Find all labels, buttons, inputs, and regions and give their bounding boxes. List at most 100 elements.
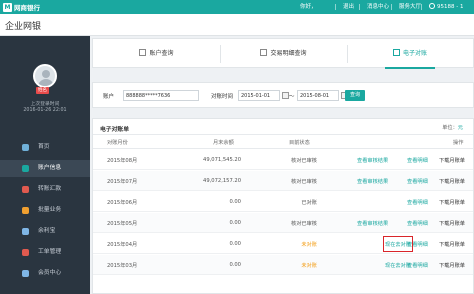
tab-account-query[interactable]: 账户查询 xyxy=(93,39,220,69)
download-statement-link[interactable]: 下载月账单 xyxy=(439,220,465,227)
bank-logo[interactable]: M 网商银行 xyxy=(3,2,40,12)
date-separator: ～ xyxy=(289,94,295,100)
balance-cell: 0.00 xyxy=(229,220,241,226)
monitor-icon xyxy=(392,49,400,56)
status-cell: 核对已审核 xyxy=(291,158,317,164)
wallet-icon xyxy=(22,228,29,235)
query-button[interactable]: 查询 xyxy=(345,90,366,101)
page-header: 企业网银 xyxy=(0,14,474,36)
ticket-icon xyxy=(22,249,29,256)
logo-icon: M xyxy=(3,2,12,12)
unit-value: 元 xyxy=(457,125,463,131)
month-cell: 2015年04月 xyxy=(107,242,138,248)
tab-transaction-query[interactable]: 交易明细查询 xyxy=(220,39,347,69)
user-name-badge: 姓名 xyxy=(36,87,49,94)
sidebar-item-label: 会员中心 xyxy=(38,270,62,276)
period-label: 对账时间 xyxy=(211,94,234,100)
view-details-link[interactable]: 查看明细 xyxy=(407,178,428,185)
sidebar-item-member[interactable]: 会员中心 xyxy=(0,265,90,282)
download-statement-link[interactable]: 下载月账单 xyxy=(439,241,465,248)
table-row: 2015年04月 0.00 未对账 现在去对账 查看明细 下载月账单 xyxy=(93,234,473,254)
statement-header: 电子对账单 单位：元 xyxy=(93,119,473,135)
sidebar-item-yulibao[interactable]: 余利宝 xyxy=(0,223,90,240)
sidebar-item-label: 批量业务 xyxy=(38,207,62,213)
balance-cell: 0.00 xyxy=(229,262,241,268)
sidebar-item-transfer[interactable]: 转账汇款 xyxy=(0,181,90,198)
view-details-link[interactable]: 查看明细 xyxy=(407,220,428,227)
logout-link[interactable]: 退出 xyxy=(334,0,354,14)
status-cell: 未对账 xyxy=(301,242,317,248)
highlight-box xyxy=(383,236,413,252)
greeting-text: 你好， xyxy=(300,4,317,10)
start-date-field[interactable] xyxy=(238,90,280,101)
download-statement-link[interactable]: 下载月账单 xyxy=(439,157,465,164)
sidebar-item-label: 工单管理 xyxy=(38,249,62,255)
sidebar-item-tickets[interactable]: 工单管理 xyxy=(0,244,90,261)
month-cell: 2015年05月 xyxy=(107,221,138,227)
statement-panel: 电子对账单 单位：元 对账月份 月末余额 目前状态 操作 2015年08月 49… xyxy=(92,118,474,294)
view-review-link[interactable]: 查看审核结果 xyxy=(357,220,388,227)
user-profile: 姓名 上次登录时间 2016-01-26 22:01 xyxy=(0,36,90,124)
account-icon xyxy=(22,165,29,172)
member-icon xyxy=(22,270,29,277)
status-cell: 核对已审核 xyxy=(291,221,317,227)
column-header-status: 目前状态 xyxy=(289,140,310,146)
hotline-number: 95188 - 1 xyxy=(437,4,464,10)
download-statement-link[interactable]: 下载月账单 xyxy=(439,178,465,185)
balance-cell: 49,071,545.20 xyxy=(203,157,241,163)
balance-cell: 0.00 xyxy=(229,241,241,247)
tab-label: 账户查询 xyxy=(149,50,174,57)
view-review-link[interactable]: 查看审核结果 xyxy=(357,178,388,185)
month-cell: 2015年03月 xyxy=(107,263,138,269)
calendar-icon[interactable] xyxy=(282,92,289,99)
download-statement-link[interactable]: 下载月账单 xyxy=(439,262,465,269)
hotline: 95188 - 1 xyxy=(420,0,464,14)
tab-bar: 账户查询 交易明细查询 电子对账 xyxy=(92,38,474,69)
balance-cell: 0.00 xyxy=(229,199,241,205)
view-review-link[interactable]: 查看审核结果 xyxy=(357,157,388,164)
column-header-balance: 月末余额 xyxy=(213,140,234,146)
sidebar-item-label: 转账汇款 xyxy=(38,186,62,192)
table-row: 2015年05月 0.00 核对已审核 查看审核结果 查看明细 下载月账单 xyxy=(93,213,473,233)
sidebar-item-label: 账户信息 xyxy=(38,165,62,171)
top-bar: M 网商银行 你好， 退出 消息中心 服务大厅 95188 - 1 xyxy=(0,0,474,14)
document-icon xyxy=(139,49,147,56)
account-field[interactable] xyxy=(123,90,199,101)
sidebar-item-account-info[interactable]: 账户信息 xyxy=(0,160,90,177)
account-label: 账户 xyxy=(103,94,115,100)
sidebar-item-label: 余利宝 xyxy=(38,228,56,234)
download-statement-link[interactable]: 下载月账单 xyxy=(439,199,465,206)
table-row: 2015年07月 49,072,157.20 核对已审核 查看审核结果 查看明细… xyxy=(93,171,473,191)
main-content: 账户查询 交易明细查询 电子对账 账户 对账时间 ～ 查询 电子对账单 单位：元… xyxy=(92,38,474,294)
sidebar-item-home[interactable]: 首页 xyxy=(0,139,90,156)
status-cell: 未对账 xyxy=(301,263,317,269)
month-cell: 2015年06月 xyxy=(107,200,138,206)
tab-label: 交易明细查询 xyxy=(270,50,307,57)
view-details-link[interactable]: 查看明细 xyxy=(407,262,428,269)
month-cell: 2015年08月 xyxy=(107,158,138,164)
sidebar: 姓名 上次登录时间 2016-01-26 22:01 首页 账户信息 转账汇款 … xyxy=(0,36,90,294)
phone-icon xyxy=(429,3,435,9)
avatar[interactable] xyxy=(33,64,57,88)
list-icon xyxy=(260,49,268,56)
table-row: 2015年08月 49,071,545.20 核对已审核 查看审核结果 查看明细… xyxy=(93,150,473,170)
tab-label: 电子对账 xyxy=(402,50,427,57)
end-date-field[interactable] xyxy=(297,90,339,101)
unit-label: 单位： xyxy=(442,125,458,131)
statement-title: 电子对账单 xyxy=(100,127,129,133)
view-details-link[interactable]: 查看明细 xyxy=(407,157,428,164)
filter-bar: 账户 对账时间 ～ 查询 xyxy=(92,82,474,108)
tab-e-reconciliation[interactable]: 电子对账 xyxy=(347,39,473,69)
logo-text: 网商银行 xyxy=(14,4,40,12)
sidebar-item-batch[interactable]: 批量业务 xyxy=(0,202,90,219)
status-cell: 已对账 xyxy=(301,200,317,206)
view-details-link[interactable]: 查看明细 xyxy=(407,199,428,206)
page-title: 企业网银 xyxy=(5,22,42,32)
unit-note: 单位：元 xyxy=(442,124,463,131)
message-center-link[interactable]: 消息中心 xyxy=(358,0,389,14)
month-cell: 2015年07月 xyxy=(107,179,138,185)
service-hall-link[interactable]: 服务大厅 xyxy=(390,0,421,14)
batch-icon xyxy=(22,207,29,214)
transfer-icon xyxy=(22,186,29,193)
column-header-month: 对账月份 xyxy=(107,140,128,146)
